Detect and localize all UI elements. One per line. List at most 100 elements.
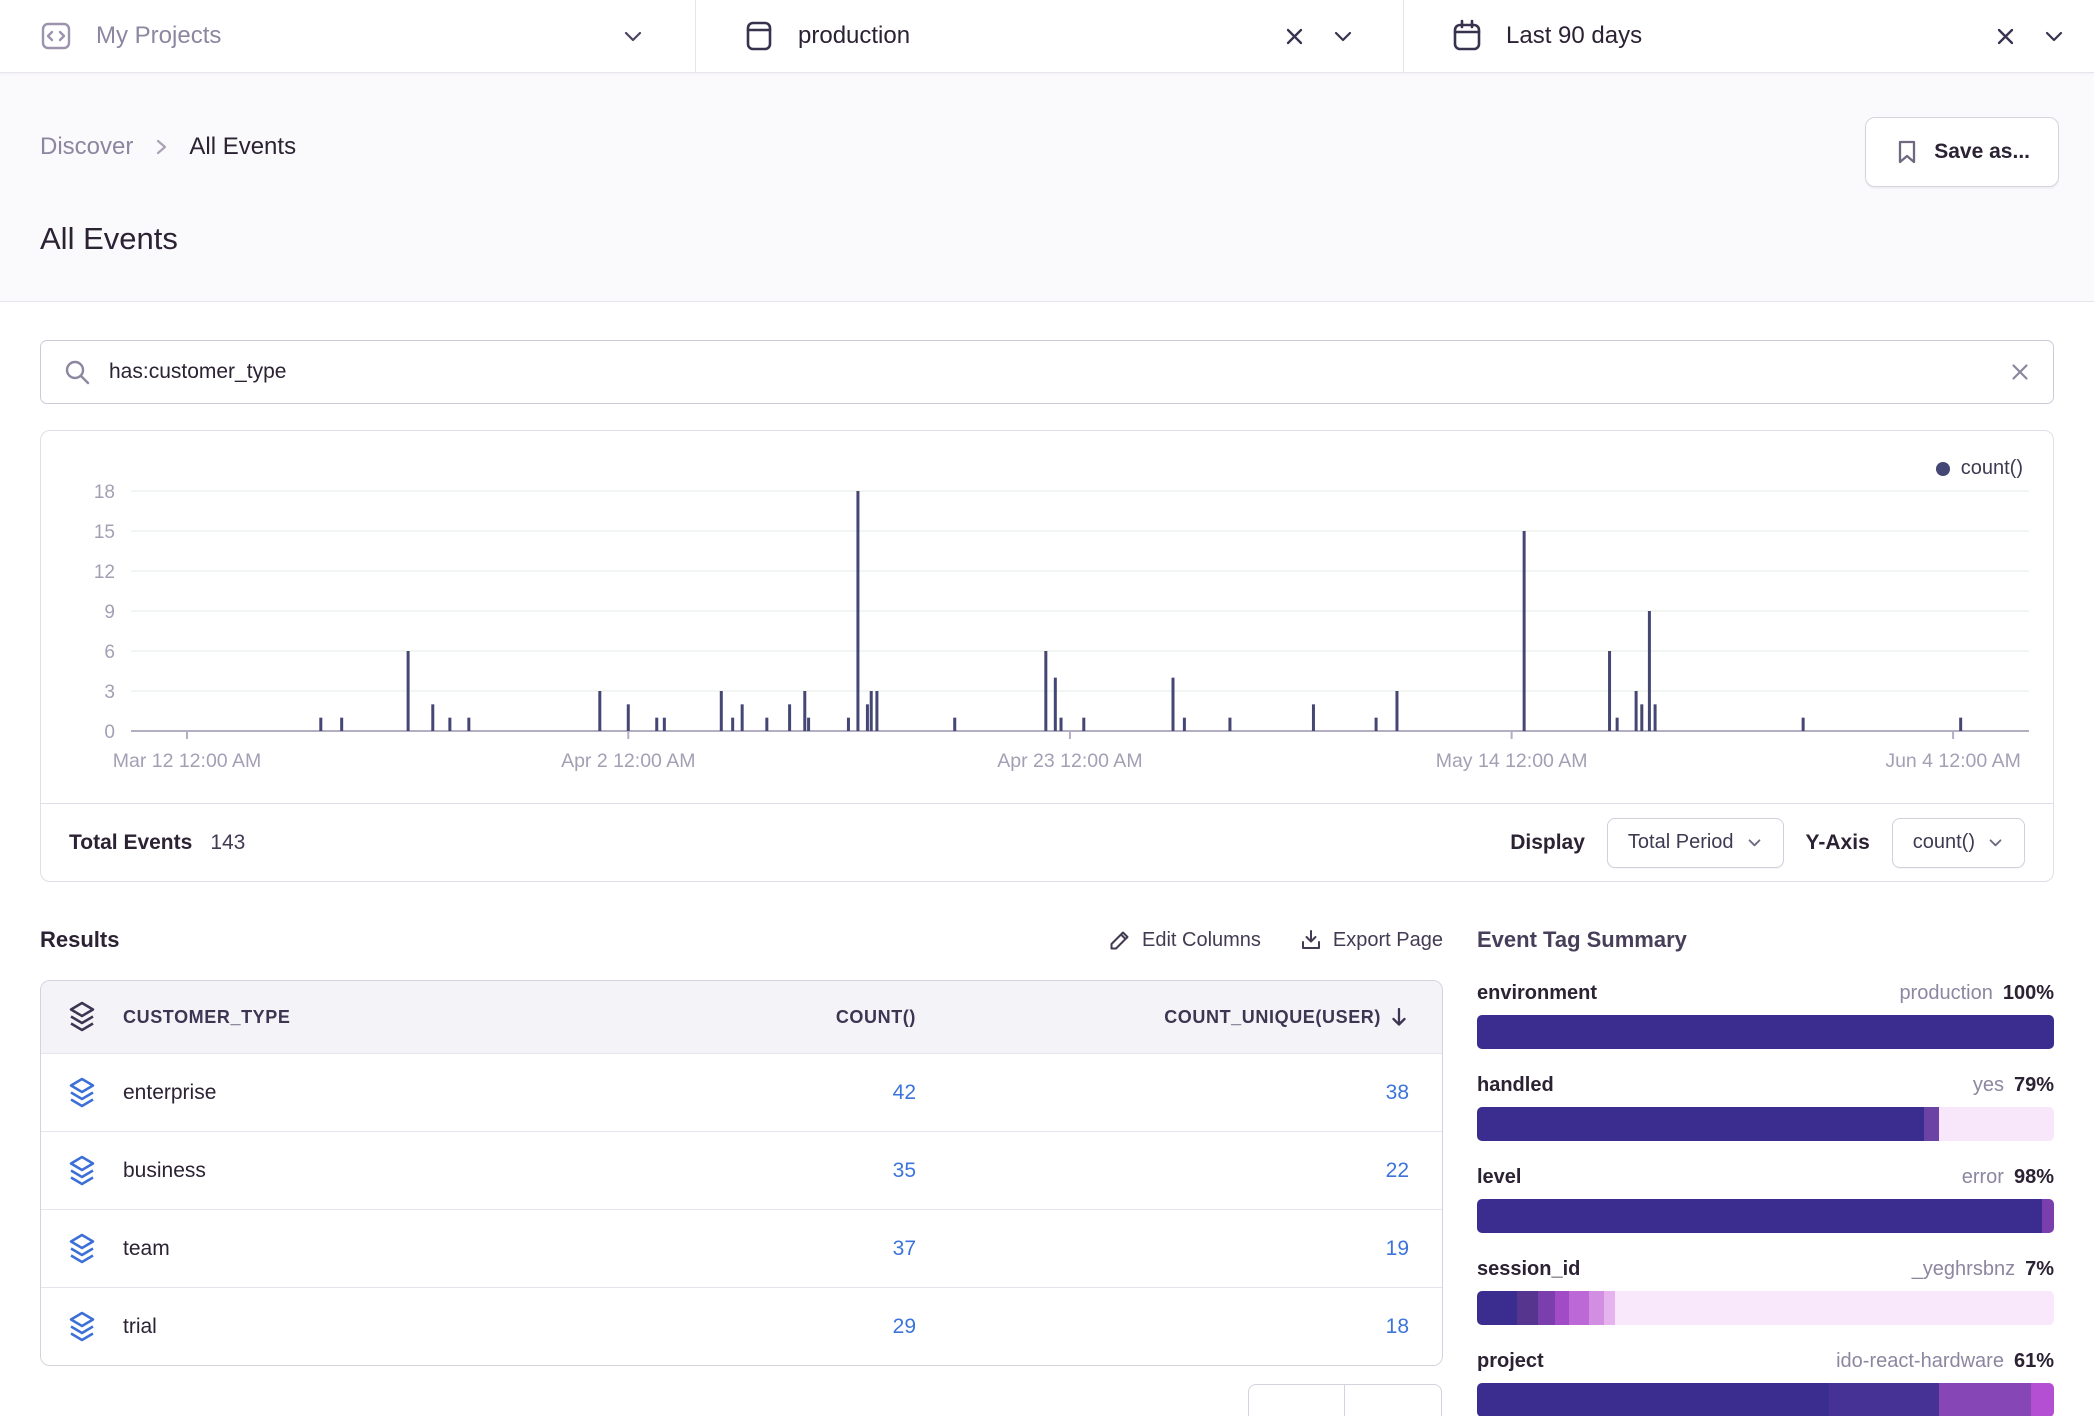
tag-bar-segment[interactable] <box>1924 1107 1938 1141</box>
search-clear-icon[interactable] <box>2009 361 2031 383</box>
environment-chevron-down-icon[interactable] <box>1331 24 1355 48</box>
count-unique-cell[interactable]: 19 <box>1386 1237 1409 1260</box>
pagination <box>1248 1384 1443 1416</box>
chart-bar <box>627 704 630 731</box>
tag-bar-segment[interactable] <box>1939 1383 2031 1416</box>
date-range-clear-icon[interactable] <box>1995 26 2016 47</box>
count-cell[interactable]: 42 <box>893 1081 916 1104</box>
tag-top-value: error98% <box>1962 1166 2054 1189</box>
svg-text:3: 3 <box>104 682 115 703</box>
pagination-next-button[interactable] <box>1345 1384 1442 1416</box>
tag-bar-segment[interactable] <box>1538 1291 1555 1325</box>
chart-footer: Total Events 143 Display Total Period Y-… <box>41 803 2053 881</box>
table-row: trial 29 18 <box>41 1287 1442 1365</box>
pagination-prev-button[interactable] <box>1248 1384 1345 1416</box>
tag-distribution-bar[interactable] <box>1477 1291 2054 1325</box>
tag-summary-row: levelerror98% <box>1477 1166 2054 1233</box>
tag-bar-segment[interactable] <box>1569 1291 1589 1325</box>
tag-distribution-bar[interactable] <box>1477 1383 2054 1416</box>
tag-bar-segment[interactable] <box>1477 1291 1517 1325</box>
save-as-label: Save as... <box>1934 140 2030 164</box>
tag-name: environment <box>1477 982 1597 1005</box>
chart-bar <box>1044 651 1047 731</box>
chart-bar <box>741 704 744 731</box>
chart-bar <box>788 704 791 731</box>
chart-bar <box>1648 611 1651 731</box>
count-unique-cell[interactable]: 22 <box>1386 1159 1409 1182</box>
pencil-icon <box>1108 928 1132 952</box>
chart-bar <box>1312 704 1315 731</box>
chart-bar <box>803 691 806 731</box>
tag-name: project <box>1477 1350 1544 1373</box>
yaxis-dropdown[interactable]: count() <box>1892 818 2025 868</box>
chart-bar <box>1802 718 1805 731</box>
customer-type-cell: trial <box>123 1315 157 1339</box>
date-range-filter[interactable]: Last 90 days <box>1403 0 2094 72</box>
count-unique-cell[interactable]: 18 <box>1386 1315 1409 1338</box>
tag-percent: 7% <box>2025 1258 2054 1280</box>
tag-bar-segment[interactable] <box>2031 1383 2054 1416</box>
project-selector-label: My Projects <box>96 22 221 50</box>
yaxis-label: Y-Axis <box>1806 831 1870 855</box>
tag-bar-segment[interactable] <box>1477 1199 2042 1233</box>
search-icon <box>63 358 91 386</box>
search-bar[interactable] <box>40 340 2054 404</box>
chart-bar <box>1395 691 1398 731</box>
tag-bar-segment[interactable] <box>1615 1291 2054 1325</box>
count-unique-cell[interactable]: 38 <box>1386 1081 1409 1104</box>
save-as-button[interactable]: Save as... <box>1865 117 2059 187</box>
tag-distribution-bar[interactable] <box>1477 1107 2054 1141</box>
chart-bar <box>1635 691 1638 731</box>
tag-bar-segment[interactable] <box>1829 1383 1939 1416</box>
display-label: Display <box>1510 831 1585 855</box>
count-cell[interactable]: 29 <box>893 1315 916 1338</box>
tag-bar-segment[interactable] <box>1477 1107 1924 1141</box>
tag-bar-segment[interactable] <box>1555 1291 1569 1325</box>
tag-distribution-bar[interactable] <box>1477 1199 2054 1233</box>
tag-summary-row: session_id_yeghrsbnz7% <box>1477 1258 2054 1325</box>
export-page-button[interactable]: Export Page <box>1299 928 1443 952</box>
chart-bar <box>407 651 410 731</box>
tag-name: session_id <box>1477 1258 1580 1281</box>
date-range-chevron-down-icon[interactable] <box>2042 24 2066 48</box>
chart-bar <box>731 718 734 731</box>
bookmark-icon <box>1894 138 1920 166</box>
results-table: CUSTOMER_TYPE COUNT() COUNT_UNIQUE(USER)… <box>40 980 1443 1366</box>
chart-plot: 0369121518Mar 12 12:00 AMApr 2 12:00 AMA… <box>41 431 2053 803</box>
projects-chevron-down-icon[interactable] <box>621 24 645 48</box>
tag-bar-segment[interactable] <box>1477 1015 2054 1049</box>
export-page-label: Export Page <box>1333 929 1443 952</box>
display-dropdown[interactable]: Total Period <box>1607 818 1784 868</box>
column-header-count-unique[interactable]: COUNT_UNIQUE(USER) <box>916 1005 1442 1029</box>
column-header-count[interactable]: COUNT() <box>666 1007 916 1028</box>
environment-filter[interactable]: production <box>695 0 1403 72</box>
search-input[interactable] <box>109 360 1991 384</box>
project-selector[interactable]: My Projects <box>0 0 695 72</box>
tag-bar-segment[interactable] <box>1589 1291 1603 1325</box>
count-cell[interactable]: 35 <box>893 1159 916 1182</box>
tag-bar-segment[interactable] <box>1517 1291 1537 1325</box>
total-events-label: Total Events <box>69 831 192 855</box>
tag-distribution-bar[interactable] <box>1477 1015 2054 1049</box>
tag-bar-segment[interactable] <box>1604 1291 1616 1325</box>
chart-bar <box>467 718 470 731</box>
page-title: All Events <box>40 221 2059 257</box>
svg-text:0: 0 <box>104 722 115 743</box>
environment-clear-icon[interactable] <box>1284 26 1305 47</box>
customer-type-cell: team <box>123 1237 170 1261</box>
tag-bar-segment[interactable] <box>1477 1383 1829 1416</box>
layers-icon <box>67 1154 97 1188</box>
edit-columns-button[interactable]: Edit Columns <box>1108 928 1261 952</box>
chart-bar <box>1375 718 1378 731</box>
breadcrumb-discover[interactable]: Discover <box>40 133 133 161</box>
x-axis-tick-label: May 14 12:00 AM <box>1436 750 1588 772</box>
chart-legend-count[interactable]: count() <box>1936 457 2023 480</box>
tag-bar-segment[interactable] <box>2042 1199 2054 1233</box>
column-header-customer-type[interactable]: CUSTOMER_TYPE <box>123 1007 291 1028</box>
table-header-row: CUSTOMER_TYPE COUNT() COUNT_UNIQUE(USER) <box>41 981 1442 1053</box>
customer-type-cell: enterprise <box>123 1081 216 1105</box>
chart-bar <box>1228 718 1231 731</box>
tag-bar-segment[interactable] <box>1939 1107 2054 1141</box>
tag-percent: 98% <box>2014 1166 2054 1188</box>
count-cell[interactable]: 37 <box>893 1237 916 1260</box>
